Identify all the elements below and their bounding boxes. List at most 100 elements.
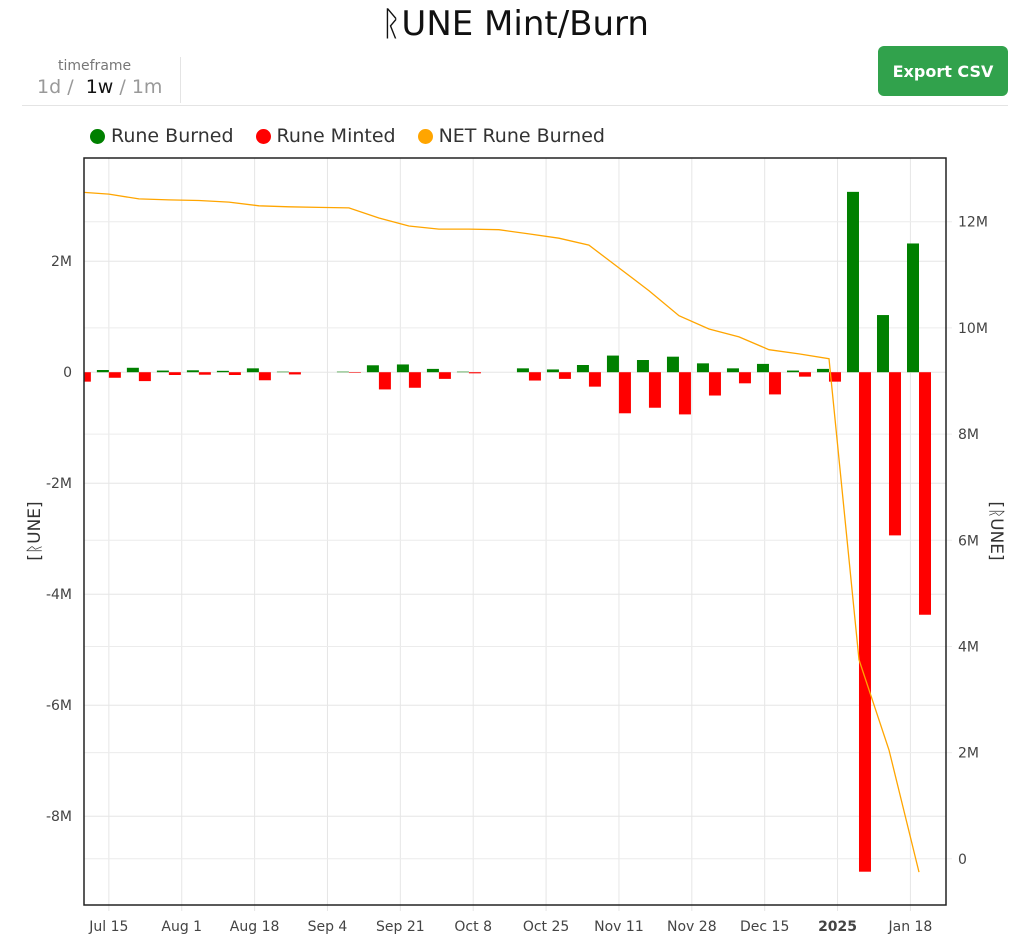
bar-rune-burned[interactable] [756,363,769,373]
timeframe-option-1d[interactable]: 1d [37,76,61,98]
x-tick-label: Nov 28 [667,919,717,935]
legend-item-net-rune-burned[interactable]: NET Rune Burned [417,125,605,147]
bar-rune-minted[interactable] [648,372,661,408]
bar-rune-burned[interactable] [126,367,139,373]
y-left-tick-label: -2M [46,476,72,492]
bar-rune-minted[interactable] [618,372,631,414]
x-tick-label: Oct 8 [454,919,492,935]
bar-rune-burned[interactable] [336,371,349,373]
bar-rune-minted[interactable] [828,372,841,382]
x-tick-label: Aug 1 [161,919,202,935]
bar-rune-minted[interactable] [558,372,571,379]
timeframe-selector: 1d / 1w / 1m [37,76,162,98]
y-right-tick-label: 0 [958,852,967,868]
bar-rune-minted[interactable] [738,372,751,384]
y-left-tick-label: -6M [46,698,72,714]
divider [22,105,1008,106]
bar-rune-minted[interactable] [588,372,601,387]
bar-rune-burned[interactable] [67,371,79,372]
y-right-tick-label: 8M [958,427,979,443]
bar-rune-minted[interactable] [348,372,361,373]
x-tick-label: Jul 15 [88,919,128,935]
chart-title: ᚱUNE Mint/Burn [381,4,649,44]
bar-rune-burned[interactable] [696,363,709,373]
y-right-tick-label: 2M [958,746,979,762]
bar-rune-burned[interactable] [906,243,919,373]
bar-rune-burned[interactable] [726,368,739,373]
legend-label: Rune Minted [276,125,396,147]
x-tick-label: Sep 21 [376,919,425,935]
y-right-tick-label: 12M [958,215,988,231]
bar-rune-minted[interactable] [858,372,871,872]
bar-rune-minted[interactable] [258,372,271,381]
bar-rune-burned[interactable] [666,356,679,373]
bar-rune-burned[interactable] [516,368,529,373]
bar-rune-minted[interactable] [678,372,691,415]
x-tick-label: Dec 15 [740,919,789,935]
x-tick-label: Oct 25 [523,919,569,935]
export-csv-button[interactable]: Export CSV [878,46,1008,96]
bar-rune-burned[interactable] [876,315,889,373]
y-left-axis-label: [ᚱUNE] [25,501,45,560]
divider [180,57,181,103]
legend-item-rune-burned[interactable]: Rune Burned [90,125,234,147]
bar-rune-minted[interactable] [108,372,121,378]
bar-rune-burned[interactable] [816,368,829,373]
bar-rune-minted[interactable] [288,372,301,375]
bar-rune-burned[interactable] [456,371,469,373]
bar-rune-burned[interactable] [636,360,649,373]
bar-rune-minted[interactable] [528,372,541,381]
bar-rune-burned[interactable] [576,365,589,373]
chart-legend: Rune Burned Rune Minted NET Rune Burned [90,125,605,147]
bar-rune-minted[interactable] [708,372,721,396]
bar-rune-burned[interactable] [96,370,109,373]
legend-item-rune-minted[interactable]: Rune Minted [255,125,396,147]
legend-label: NET Rune Burned [438,125,605,147]
bar-rune-minted[interactable] [168,372,181,375]
bar-rune-minted[interactable] [768,372,781,395]
timeframe-option-1w[interactable]: 1w [86,76,114,98]
x-tick-label: 2025 [818,919,857,935]
legend-dot-icon [90,128,105,144]
bar-rune-minted[interactable] [468,372,481,374]
plot-frame [83,157,947,906]
bar-rune-burned[interactable] [186,370,199,373]
bar-rune-burned[interactable] [426,368,439,373]
bar-rune-burned[interactable] [246,368,259,373]
legend-label: Rune Burned [111,125,234,147]
y-left-tick-label: -8M [46,809,72,825]
bar-rune-minted[interactable] [438,372,451,379]
y-right-tick-label: 4M [958,639,979,655]
bar-rune-minted[interactable] [138,372,151,382]
bar-rune-burned[interactable] [846,191,859,373]
legend-dot-icon [417,128,433,144]
bar-rune-minted[interactable] [198,372,211,375]
bar-rune-minted[interactable] [79,372,91,382]
bar-rune-minted[interactable] [228,372,241,375]
timeframe-option-1m[interactable]: 1m [132,76,163,98]
bar-rune-burned[interactable] [216,370,229,373]
y-left-tick-label: 0 [63,365,72,381]
bar-rune-burned[interactable] [276,371,289,373]
bar-rune-burned[interactable] [606,355,619,373]
legend-dot-icon [255,128,271,144]
bar-rune-minted[interactable] [888,372,901,536]
bar-rune-minted[interactable] [798,372,811,377]
bar-rune-burned[interactable] [396,364,409,373]
x-tick-label: Jan 18 [887,919,932,935]
timeframe-separator: / [119,76,126,98]
bar-rune-burned[interactable] [156,370,169,373]
bar-rune-minted[interactable] [408,372,421,388]
line-net-rune-burned[interactable] [79,191,920,873]
y-left-tick-label: -4M [46,587,72,603]
x-tick-label: Nov 11 [594,919,644,935]
bar-rune-burned[interactable] [786,370,799,373]
x-tick-label: Aug 18 [230,919,280,935]
bar-rune-burned[interactable] [366,365,379,373]
timeframe-label: timeframe [58,58,132,74]
y-left-tick-label: 2M [51,254,72,270]
bar-rune-burned[interactable] [546,369,559,373]
bar-rune-minted[interactable] [378,372,391,390]
bar-rune-minted[interactable] [918,372,931,615]
timeframe-separator: / [67,76,74,98]
